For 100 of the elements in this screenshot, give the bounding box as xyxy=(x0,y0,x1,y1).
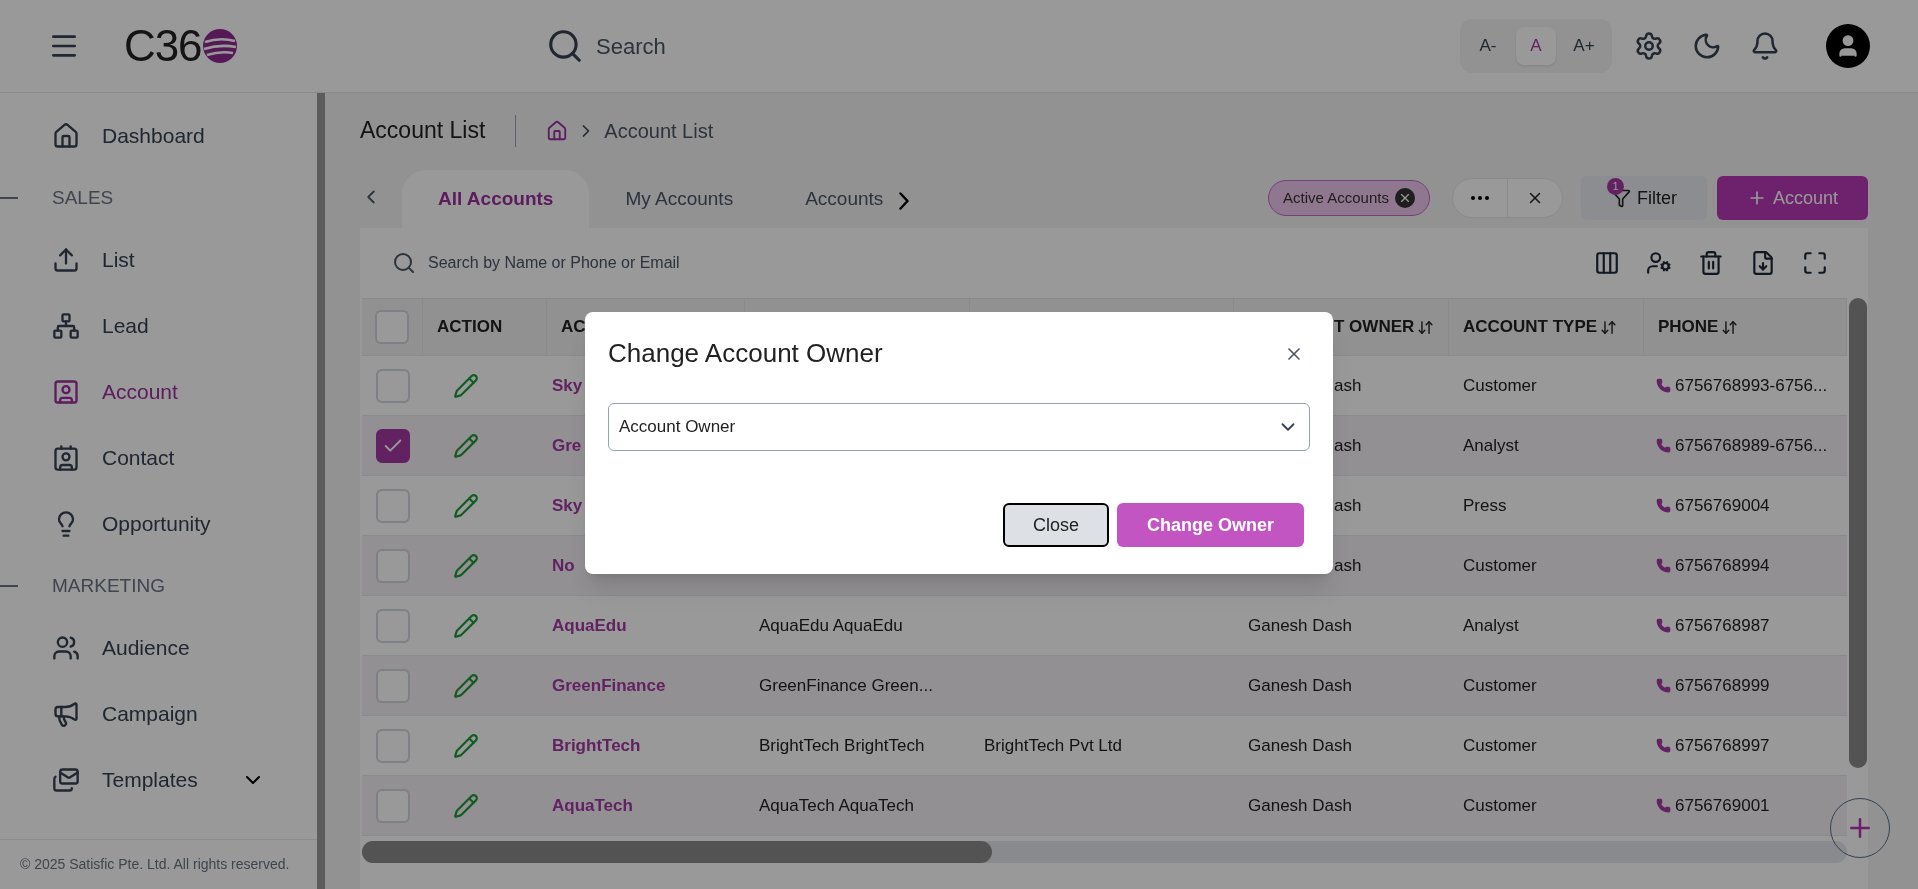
toolbar-button[interactable] xyxy=(1802,250,1828,276)
row-checkbox[interactable] xyxy=(375,428,410,463)
phone-icon xyxy=(1656,438,1671,453)
font-size-button[interactable]: A- xyxy=(1468,27,1508,65)
table-search-field[interactable]: Search by Name or Phone or Email xyxy=(428,251,828,275)
column-header[interactable]: T OWNER xyxy=(1334,314,1435,340)
table-cell-text: Ganesh Dash xyxy=(1248,794,1352,817)
avatar[interactable] xyxy=(1826,24,1870,68)
dark-mode-button[interactable] xyxy=(1692,31,1722,61)
account-name-link[interactable]: AquaEdu xyxy=(552,612,627,639)
nav-icon xyxy=(52,378,80,406)
toolbar-button[interactable] xyxy=(1750,250,1776,276)
pencil-icon xyxy=(453,372,479,399)
edit-button[interactable] xyxy=(453,432,479,459)
account-name-link[interactable]: AquaTech xyxy=(552,792,633,819)
chevron-right-icon xyxy=(899,192,910,210)
search-icon xyxy=(392,251,416,275)
table-cell-text: Ganesh Dash xyxy=(1248,674,1352,697)
scrollbar-thumb[interactable] xyxy=(362,841,992,863)
account-name-link[interactable]: GreenFinance xyxy=(552,672,666,699)
sidebar-item[interactable]: List xyxy=(0,227,317,293)
table-cell-text: Analyst xyxy=(1463,434,1519,457)
tab[interactable]: My Accounts xyxy=(589,170,770,228)
vertical-scrollbar-thumb[interactable] xyxy=(1849,298,1867,768)
table-cell-text: AquaTech AquaTech xyxy=(759,794,914,817)
sidebar-item[interactable]: Account xyxy=(0,359,317,425)
change-owner-button[interactable]: Change Owner xyxy=(1116,503,1304,547)
pencil-icon xyxy=(453,792,479,819)
account-name-link[interactable]: No xyxy=(552,552,575,579)
font-size-button[interactable]: A xyxy=(1516,27,1556,65)
edit-button[interactable] xyxy=(453,792,479,819)
tab[interactable]: Accounts xyxy=(769,170,920,228)
sidebar-item[interactable]: Campaign xyxy=(0,681,317,747)
edit-button[interactable] xyxy=(453,372,479,399)
horizontal-scrollbar[interactable] xyxy=(362,841,1847,863)
section-label: SALES xyxy=(52,185,114,210)
section-label: MARKETING xyxy=(52,573,165,598)
table-cell-text: ash xyxy=(1334,434,1362,457)
phone-icon xyxy=(1656,618,1671,633)
phone-icon xyxy=(1656,498,1671,513)
toolbar-button[interactable] xyxy=(1594,250,1620,276)
user-gear-icon xyxy=(1646,250,1672,276)
account-name-link[interactable]: Sky xyxy=(552,372,583,399)
pencil-icon xyxy=(453,672,479,699)
toolbar-button[interactable] xyxy=(1646,250,1672,276)
table-cell-text: Customer xyxy=(1463,554,1537,577)
table-cell-text: Press xyxy=(1463,494,1507,517)
nav-icon xyxy=(52,766,80,794)
dialog-title: Change Account Owner xyxy=(608,337,883,370)
edit-button[interactable] xyxy=(453,492,479,519)
phone-icon xyxy=(1656,798,1671,813)
sort-icon xyxy=(1600,318,1618,336)
nav-icon xyxy=(52,246,80,274)
search-field[interactable]: Search xyxy=(596,29,896,63)
sidebar-item[interactable]: Templates xyxy=(0,747,317,813)
filter-chip[interactable]: Active Accounts xyxy=(1268,180,1430,216)
account-name-link[interactable]: Sky xyxy=(552,492,583,519)
phone-number: 6756769001 xyxy=(1675,794,1770,817)
edit-button[interactable] xyxy=(453,732,479,759)
search-icon xyxy=(546,27,584,65)
filter-count-badge: 1 xyxy=(1606,178,1624,195)
select-all-checkbox[interactable] xyxy=(375,310,409,344)
nav-icon xyxy=(52,444,80,472)
trash-icon xyxy=(1698,250,1724,276)
sidebar-item[interactable]: Opportunity xyxy=(0,491,317,557)
table-cell-text: ash xyxy=(1334,554,1362,577)
tabs-next-button[interactable] xyxy=(899,192,910,210)
sidebar-item[interactable]: Contact xyxy=(0,425,317,491)
column-header[interactable]: ACCOUNT TYPE xyxy=(1463,314,1618,340)
sidebar-item[interactable]: Audience xyxy=(0,615,317,681)
table-cell-text: Customer xyxy=(1463,674,1537,697)
account-name-link[interactable]: Gre xyxy=(552,432,582,459)
edit-button[interactable] xyxy=(453,612,479,639)
sidebar-item[interactable]: Dashboard xyxy=(0,103,317,169)
file-download-icon xyxy=(1750,250,1776,276)
more-icon xyxy=(1470,196,1489,200)
table-cell-text: ash xyxy=(1334,374,1362,397)
nav-icon xyxy=(52,634,80,662)
account-name-link[interactable]: BrightTech xyxy=(552,732,641,759)
breadcrumb-current: Account List xyxy=(604,118,714,144)
columns-icon xyxy=(1594,250,1620,276)
phone-number: 6756769004 xyxy=(1675,494,1770,517)
tab[interactable]: All Accounts xyxy=(402,170,590,228)
table-cell-text: ash xyxy=(1334,494,1362,517)
column-header[interactable]: PHONE xyxy=(1658,314,1739,340)
sidebar-item[interactable]: Lead xyxy=(0,293,317,359)
nav-icon xyxy=(52,122,80,150)
filter-button[interactable]: Filter 1 xyxy=(1580,176,1707,220)
close-dialog-button[interactable]: Close xyxy=(1002,503,1109,547)
edit-button[interactable] xyxy=(453,672,479,699)
edit-button[interactable] xyxy=(453,552,479,579)
toolbar-button[interactable] xyxy=(1698,250,1724,276)
table-cell-text: Ganesh Dash xyxy=(1248,614,1352,637)
font-size-button[interactable]: A+ xyxy=(1564,27,1604,65)
phone-number: 6756768999 xyxy=(1675,674,1770,697)
notifications-button[interactable] xyxy=(1750,31,1780,61)
settings-button[interactable] xyxy=(1634,31,1664,61)
add-account-button[interactable]: Account xyxy=(1716,176,1868,220)
account-owner-select[interactable]: Account Owner xyxy=(608,403,1310,451)
settings-icon xyxy=(1634,31,1664,61)
